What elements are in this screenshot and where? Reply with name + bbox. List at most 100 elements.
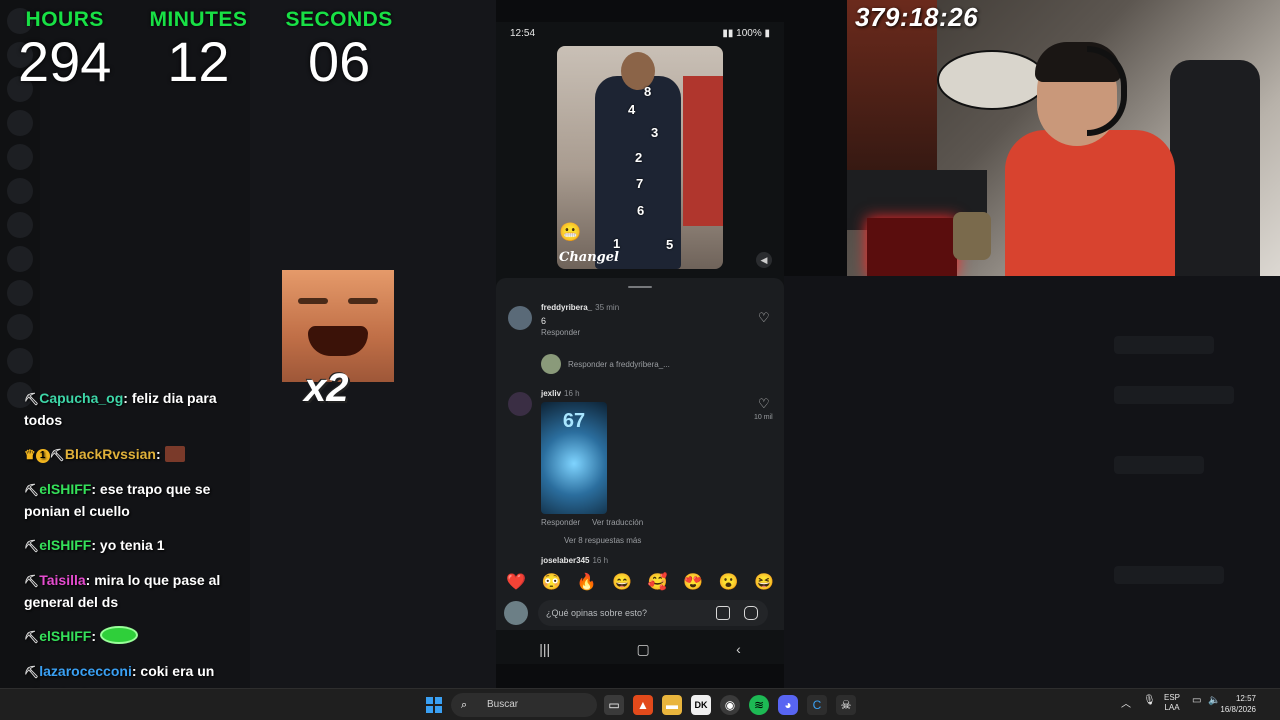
- emoji-quick-bar: ❤️ 😳 🔥 😄 🥰 😍 😮 😆: [506, 572, 774, 592]
- comment-time: 16 h: [564, 389, 580, 398]
- comment-time: 35 min: [595, 303, 620, 312]
- quick-emoji-button[interactable]: ❤️: [506, 572, 526, 592]
- sheet-drag-handle[interactable]: [628, 286, 652, 288]
- taskbar-search[interactable]: ⌕ Buscar: [451, 693, 597, 717]
- sticker-icon[interactable]: [744, 606, 758, 620]
- comment-input[interactable]: ¿Qué opinas sobre esto?: [538, 600, 768, 626]
- video-number: 1: [613, 236, 621, 251]
- discord-icon[interactable]: ◕: [778, 695, 798, 715]
- capcut-icon[interactable]: DK: [691, 695, 711, 715]
- chat-message: ♛ 1 ⛏BlackRvssian:: [24, 444, 234, 466]
- gift-badge: 1: [35, 449, 50, 463]
- clock-date: 16/8/2026: [1220, 705, 1256, 714]
- quick-emoji-button[interactable]: 😮: [719, 572, 739, 592]
- pickaxe-badge-icon: ⛏: [24, 539, 40, 553]
- video-watermark: Changel: [559, 250, 619, 265]
- skull-icon[interactable]: ☠: [836, 695, 856, 715]
- video-number: 2: [635, 150, 643, 165]
- reply-link[interactable]: Responder: [541, 518, 580, 527]
- quick-emoji-button[interactable]: 😍: [683, 572, 703, 592]
- translate-link[interactable]: Ver traducción: [592, 518, 643, 527]
- pickaxe-badge-icon: ⛏: [24, 392, 40, 406]
- comment-sticker-image[interactable]: 67: [541, 402, 607, 514]
- pickaxe-badge-icon: ⛏: [24, 574, 40, 588]
- chat-username[interactable]: lazarocecconi: [39, 663, 132, 679]
- chat-username[interactable]: elSHIFF: [39, 628, 91, 644]
- search-icon: ⌕: [461, 699, 468, 711]
- comments-sheet: freddyribera_ 35 min 6 Responder ♡ Respon…: [496, 278, 784, 630]
- file-explorer-icon[interactable]: ▬: [662, 695, 682, 715]
- quick-emoji-button[interactable]: 😄: [612, 572, 632, 592]
- reply-link[interactable]: Responder: [541, 328, 580, 337]
- wall-logo: [937, 50, 1047, 110]
- speaker-icon[interactable]: 🔈: [1208, 695, 1220, 706]
- quick-emoji-button[interactable]: 🥰: [648, 572, 668, 592]
- home-icon[interactable]: ▢: [637, 641, 650, 658]
- hours-value: 294: [18, 30, 112, 93]
- chat-separator: :: [123, 390, 132, 406]
- seconds-label: SECONDS: [285, 8, 393, 31]
- network-icon[interactable]: ▭: [1192, 695, 1201, 706]
- timer-minutes: MINUTES 12: [149, 8, 247, 92]
- username-text: freddyribera_: [541, 303, 593, 312]
- ccleaner-icon[interactable]: C: [807, 695, 827, 715]
- microphone-icon[interactable]: 🎙: [1143, 695, 1156, 706]
- pickaxe-badge-icon: ⛏: [24, 665, 40, 679]
- chat-separator: :: [155, 446, 165, 462]
- chat-message: ⛏Capucha_og: feliz dia para todos: [24, 388, 234, 431]
- image-icon[interactable]: [716, 606, 730, 620]
- task-view-icon[interactable]: ▭: [604, 695, 624, 715]
- chat-separator: :: [91, 628, 100, 644]
- multiplier-label: x2: [304, 366, 349, 410]
- screen: HOURS 294 MINUTES 12 SECONDS 06 x2 ⛏Capu…: [0, 0, 1280, 720]
- reel-video[interactable]: 8 4 3 2 7 6 1 5 😬 Changel: [557, 46, 723, 269]
- chat-message: ⛏Taisilla: mira lo que pase al general d…: [24, 570, 234, 613]
- language-indicator[interactable]: ESP LAA: [1164, 693, 1180, 713]
- comment-username[interactable]: jexliv 16 h: [541, 389, 580, 398]
- avatar[interactable]: [508, 306, 532, 330]
- phone-clock: 12:54: [510, 28, 536, 39]
- keyboard-layout: LAA: [1164, 703, 1180, 712]
- comment-username[interactable]: freddyribera_ 35 min: [541, 303, 619, 312]
- phone-screen: 12:54 ▮▮ 100% ▮ 8 4 3 2 7 6 1 5 😬 Change…: [496, 22, 784, 664]
- obs-icon[interactable]: ◉: [720, 695, 740, 715]
- chat-message: ⛏elSHIFF: ese trapo que se ponian el cue…: [24, 479, 234, 522]
- volume-icon[interactable]: ◀: [756, 252, 772, 268]
- chat-username[interactable]: elSHIFF: [39, 481, 91, 497]
- like-heart-icon[interactable]: ♡: [758, 396, 770, 412]
- chat-text: yo tenia 1: [99, 537, 165, 553]
- comment-username[interactable]: joselaber345 16 h: [541, 556, 608, 565]
- android-nav-bar: ||| ▢ ‹: [496, 634, 784, 664]
- chat-username[interactable]: elSHIFF: [39, 537, 91, 553]
- video-number: 7: [636, 176, 644, 191]
- taskbar-clock[interactable]: 12:57 16/8/2026: [1220, 693, 1256, 715]
- quick-emoji-button[interactable]: 😆: [754, 572, 774, 592]
- chat-username[interactable]: BlackRvssian: [65, 446, 156, 462]
- quick-emoji-button[interactable]: 😳: [541, 572, 561, 592]
- timer-hours: HOURS 294: [18, 8, 111, 92]
- tray-chevron-icon[interactable]: ︿: [1121, 695, 1131, 710]
- video-number: 8: [644, 84, 652, 99]
- comment-text: 6: [541, 316, 547, 326]
- recents-icon[interactable]: |||: [539, 641, 550, 657]
- windows-start-icon[interactable]: [426, 697, 442, 713]
- laughing-emoji-icon: 😬: [559, 222, 582, 242]
- back-icon[interactable]: ‹: [736, 641, 741, 657]
- chat-emote-image: [99, 626, 138, 644]
- avatar: [541, 354, 561, 374]
- username-text: joselaber345: [541, 556, 590, 565]
- minutes-label: MINUTES: [149, 8, 248, 31]
- signal-icon: ▮▮: [722, 28, 737, 39]
- more-replies-link[interactable]: Ver 8 respuestas más: [564, 536, 641, 545]
- chat-username[interactable]: Taisilla: [39, 572, 85, 588]
- quick-emoji-button[interactable]: 🔥: [577, 572, 597, 592]
- chat-username[interactable]: Capucha_og: [39, 390, 123, 406]
- bg-member-list: [784, 276, 1280, 688]
- reply-to-prompt[interactable]: Responder a freddyribera_...: [568, 360, 670, 369]
- avatar[interactable]: [508, 392, 532, 416]
- brave-browser-icon[interactable]: ▲: [633, 695, 653, 715]
- uptime-counter: 379:18:26: [855, 2, 979, 32]
- spotify-icon[interactable]: ≋: [749, 695, 769, 715]
- comment-composer: ¿Qué opinas sobre esto?: [504, 600, 776, 626]
- like-heart-icon[interactable]: ♡: [758, 310, 770, 326]
